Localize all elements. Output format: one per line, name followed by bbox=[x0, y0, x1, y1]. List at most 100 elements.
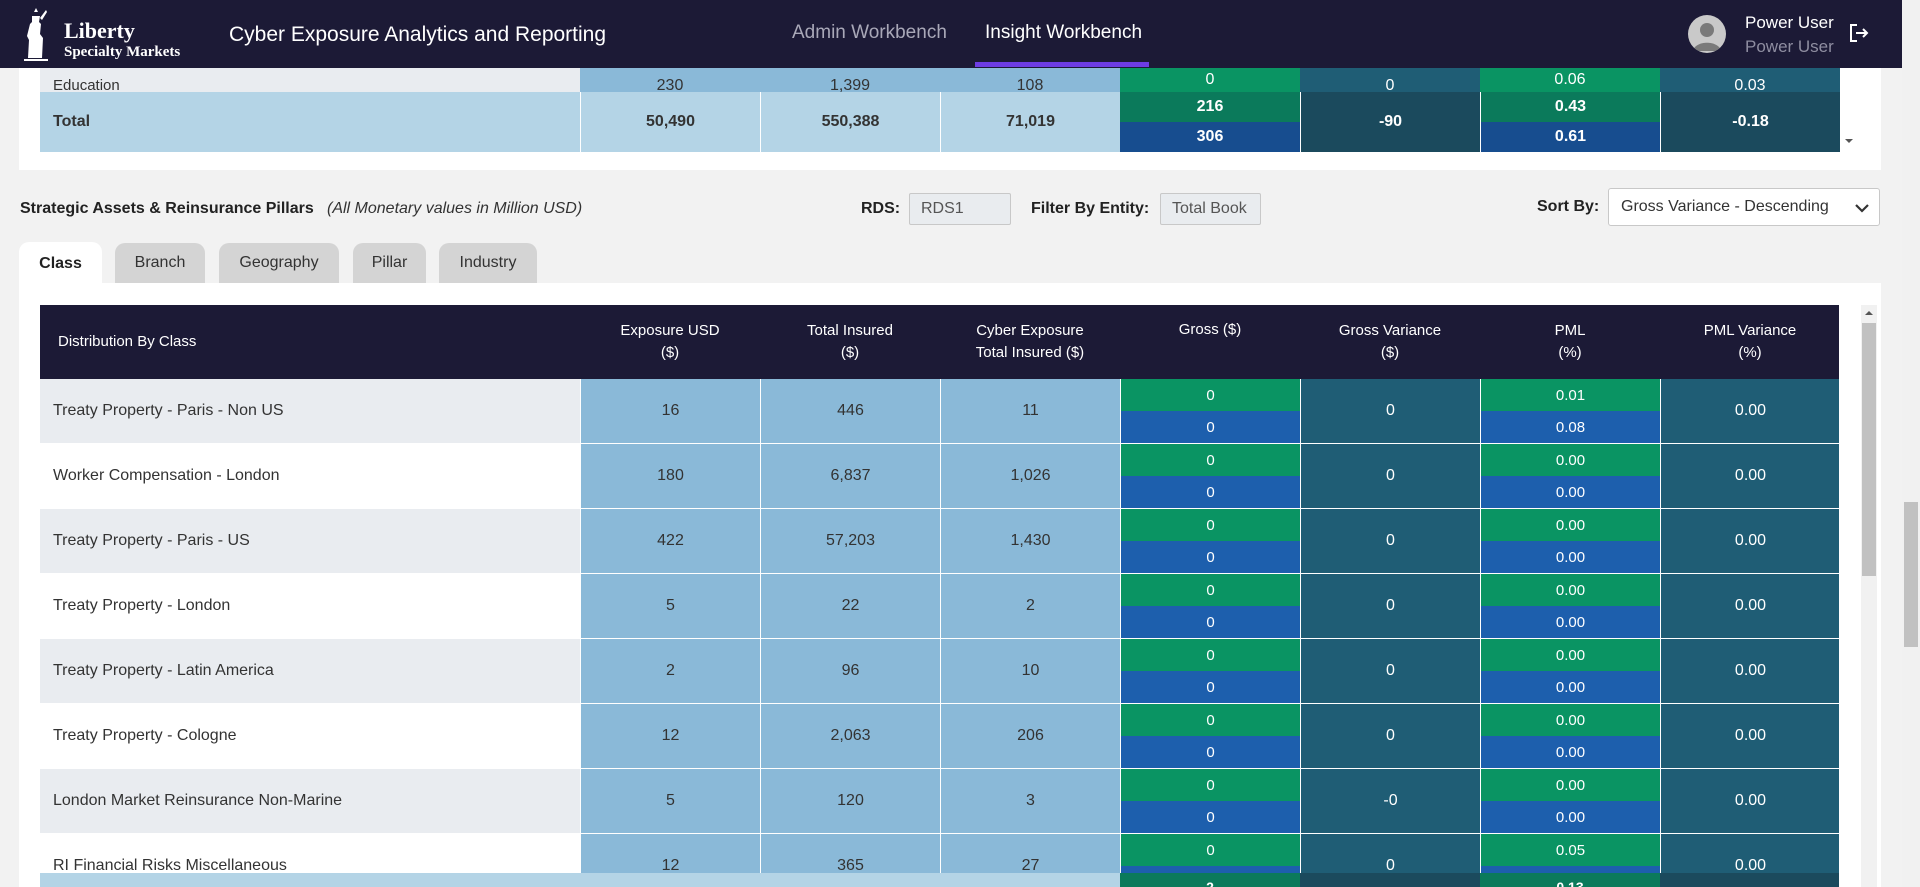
liberty-logo[interactable]: Liberty Specialty Markets bbox=[20, 8, 180, 62]
insured-cell: 96 bbox=[760, 639, 940, 704]
top-table-panel: Education 230 1,399 108 0 0 0.06 0.03 To… bbox=[19, 68, 1881, 170]
gross-top-cell: 0 bbox=[1120, 444, 1300, 476]
pml-bottom-cell: 0.00 bbox=[1480, 541, 1660, 574]
gross-top-cell: 0 bbox=[1120, 509, 1300, 541]
pml-top-cell: 0.05 bbox=[1480, 834, 1660, 866]
tab-pillar[interactable]: Pillar bbox=[353, 243, 426, 283]
user-avatar[interactable] bbox=[1688, 15, 1726, 53]
section-title: Strategic Assets & Reinsurance Pillars bbox=[20, 200, 314, 217]
chevron-down-icon bbox=[1855, 204, 1869, 213]
pml-top-cell: 0.00 bbox=[1480, 509, 1660, 541]
logout-icon[interactable] bbox=[1848, 22, 1870, 44]
total-gross-top: 216 bbox=[1120, 92, 1300, 122]
pml-top-cell: 0.00 bbox=[1480, 444, 1660, 476]
pml-bottom-cell: 0.00 bbox=[1480, 801, 1660, 834]
total-pml-variance: -0.18 bbox=[1660, 92, 1840, 152]
gross-variance-cell: 0 bbox=[1300, 68, 1480, 94]
insured-cell: 57,203 bbox=[760, 509, 940, 574]
gross-variance-cell: 0 bbox=[1300, 574, 1480, 639]
rds-field[interactable]: RDS1 bbox=[909, 193, 1011, 225]
row-class-name: Treaty Property - Latin America bbox=[40, 639, 580, 704]
pml-variance-cell: 0.00 bbox=[1660, 704, 1839, 769]
pml-variance-cell: 0.00 bbox=[1660, 574, 1839, 639]
pml-top-cell: 0.01 bbox=[1480, 379, 1660, 411]
cyber-cell: 2 bbox=[940, 574, 1120, 639]
col-header-text: Gross Variance bbox=[1338, 322, 1442, 339]
scroll-down-arrow-icon[interactable] bbox=[1842, 134, 1856, 148]
partial-total-pml-variance bbox=[1660, 873, 1839, 887]
user-name: Power User bbox=[1745, 13, 1834, 32]
gross-bottom-cell: 0 bbox=[1120, 606, 1300, 639]
nav-tab-admin-workbench[interactable]: Admin Workbench bbox=[792, 22, 947, 44]
exposure-cell: 5 bbox=[580, 769, 760, 834]
gross-variance-cell: 0 bbox=[1300, 639, 1480, 704]
insured-cell: 2,063 bbox=[760, 704, 940, 769]
exposure-cell: 12 bbox=[580, 704, 760, 769]
pml-bottom-cell: 0.08 bbox=[1480, 411, 1660, 444]
partial-total-pml: 0.13 bbox=[1480, 873, 1660, 887]
total-label: Total bbox=[40, 92, 580, 152]
pml-variance-cell: 0.00 bbox=[1660, 509, 1839, 574]
tab-industry[interactable]: Industry bbox=[439, 243, 537, 283]
total-cyber: 71,019 bbox=[940, 92, 1120, 152]
insured-cell: 6,837 bbox=[760, 444, 940, 509]
page-scrollbar[interactable] bbox=[1902, 0, 1920, 887]
scroll-up-arrow-icon[interactable] bbox=[1863, 307, 1875, 319]
nav-tab-insight-workbench[interactable]: Insight Workbench bbox=[985, 22, 1142, 44]
col-header-text: Total Insured bbox=[807, 322, 893, 339]
row-class-name: Treaty Property - Cologne bbox=[40, 704, 580, 769]
partial-total-gross-variance bbox=[1300, 873, 1480, 887]
tab-geography[interactable]: Geography bbox=[219, 243, 339, 283]
cyber-cell: 1,026 bbox=[940, 444, 1120, 509]
gross-top-cell: 0 bbox=[1120, 769, 1300, 801]
gross-top-cell: 0 bbox=[1120, 68, 1300, 92]
sort-label: Sort By: bbox=[1537, 198, 1600, 215]
cyber-cell: 108 bbox=[940, 68, 1120, 94]
col-header-text: Exposure USD bbox=[620, 322, 720, 339]
pml-variance-cell: 0.00 bbox=[1660, 379, 1839, 444]
row-class-name: London Market Reinsurance Non-Marine bbox=[40, 769, 580, 834]
pml-top-cell: 0.06 bbox=[1480, 68, 1660, 92]
sort-select[interactable]: Gross Variance - Descending bbox=[1608, 188, 1880, 226]
col-header-text: PML bbox=[1554, 322, 1586, 339]
table-scrollbar-thumb[interactable] bbox=[1862, 323, 1876, 576]
pml-bottom-cell: 0.00 bbox=[1480, 671, 1660, 704]
exposure-cell: 180 bbox=[580, 444, 760, 509]
gross-top-cell: 0 bbox=[1120, 834, 1300, 866]
total-exposure: 50,490 bbox=[580, 92, 760, 152]
entity-field[interactable]: Total Book bbox=[1160, 193, 1261, 225]
gross-bottom-cell: 0 bbox=[1120, 736, 1300, 769]
user-role: Power User bbox=[1745, 37, 1834, 56]
gross-top-cell: 0 bbox=[1120, 379, 1300, 411]
gross-bottom-cell: 0 bbox=[1120, 476, 1300, 509]
exposure-cell: 230 bbox=[580, 68, 760, 94]
col-header-gross: Gross ($) bbox=[1120, 305, 1300, 379]
active-tab-indicator bbox=[975, 62, 1149, 67]
gross-variance-cell: 0 bbox=[1300, 704, 1480, 769]
statue-of-liberty-icon bbox=[24, 8, 48, 61]
partial-total-gross: 2 bbox=[1120, 873, 1300, 887]
row-label: Education bbox=[40, 68, 580, 93]
exposure-cell: 422 bbox=[580, 509, 760, 574]
insured-cell: 446 bbox=[760, 379, 940, 444]
exposure-cell: 5 bbox=[580, 574, 760, 639]
pml-top-cell: 0.00 bbox=[1480, 704, 1660, 736]
gross-variance-cell: 0 bbox=[1300, 509, 1480, 574]
logo-line2: Specialty Markets bbox=[64, 44, 181, 60]
cyber-cell: 206 bbox=[940, 704, 1120, 769]
pml-top-cell: 0.00 bbox=[1480, 639, 1660, 671]
col-header-pml-variance: PML Variance (%) bbox=[1660, 305, 1839, 379]
total-insured: 550,388 bbox=[760, 92, 940, 152]
gross-bottom-cell: 0 bbox=[1120, 801, 1300, 834]
col-header-unit: (%) bbox=[1558, 344, 1582, 361]
gross-bottom-cell: 0 bbox=[1120, 541, 1300, 574]
col-header-unit: (%) bbox=[1738, 344, 1762, 361]
pml-top-cell: 0.00 bbox=[1480, 574, 1660, 606]
page-scrollbar-thumb[interactable] bbox=[1904, 502, 1918, 647]
pml-variance-cell: 0.00 bbox=[1660, 639, 1839, 704]
col-header-unit: ($) bbox=[1380, 344, 1400, 361]
exposure-cell: 2 bbox=[580, 639, 760, 704]
tab-branch[interactable]: Branch bbox=[115, 243, 205, 283]
tab-class[interactable]: Class bbox=[19, 242, 102, 285]
section-note: (All Monetary values in Million USD) bbox=[327, 200, 583, 217]
